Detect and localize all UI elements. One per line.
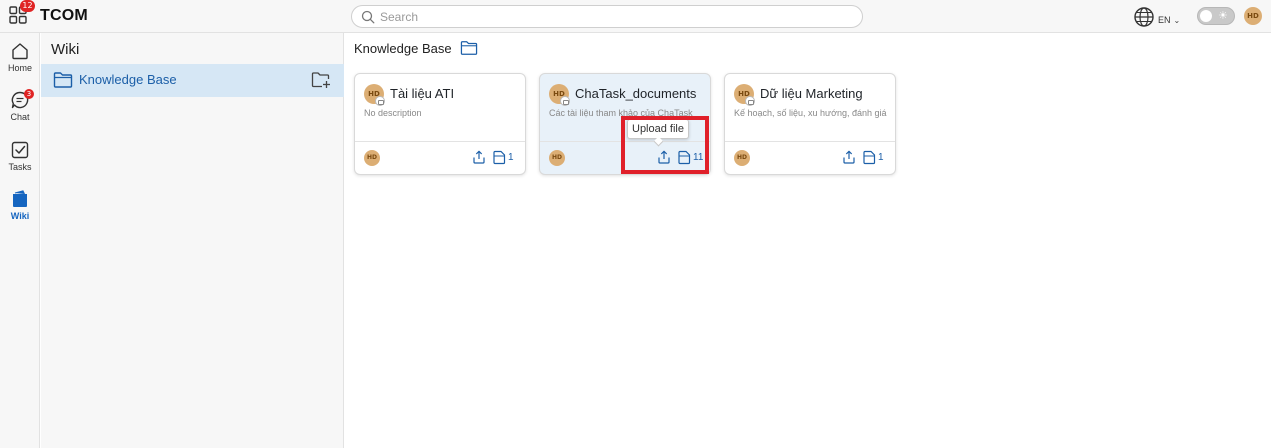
rail-label-tasks: Tasks <box>8 162 32 172</box>
card-title: ChaTask_documents <box>575 86 697 101</box>
rail-item-wiki[interactable]: Wiki <box>0 189 40 233</box>
card-description: Kế hoạch, số liệu, xu hướng, đánh giá <box>734 108 887 118</box>
home-icon <box>12 43 28 60</box>
toggle-knob <box>1200 10 1212 22</box>
user-avatar[interactable]: HD <box>1244 7 1262 25</box>
wiki-icon <box>13 190 27 207</box>
file-count[interactable]: 1 <box>492 149 514 165</box>
lock-icon <box>375 96 385 106</box>
tasks-icon <box>11 141 29 159</box>
brand-logo: TCOM <box>40 7 88 24</box>
wiki-card-du-lieu-marketing[interactable]: HD Dữ liệu Marketing Kế hoạch, số liệu, … <box>724 73 896 175</box>
card-description: No description <box>364 108 422 118</box>
chat-badge: 3 <box>24 89 34 99</box>
wiki-card-tai-lieu-ati[interactable]: HD Tài liệu ATI No description HD 1 <box>354 73 526 175</box>
card-title: Dữ liệu Marketing <box>760 86 863 101</box>
language-label: EN <box>1158 15 1171 25</box>
sidebar-item-knowledge-base[interactable]: Knowledge Base <box>41 64 344 97</box>
search-bar[interactable] <box>351 5 863 28</box>
rail-item-chat[interactable]: 3 Chat <box>0 89 40 134</box>
sidebar-title: Wiki <box>51 41 80 58</box>
rail-item-tasks[interactable]: Tasks <box>0 140 40 184</box>
add-folder-icon[interactable] <box>311 70 331 90</box>
upload-icon[interactable] <box>471 149 487 165</box>
folder-icon <box>53 72 73 88</box>
card-member-avatar: HD <box>364 150 380 166</box>
card-member-avatar: HD <box>549 150 565 166</box>
upload-icon[interactable] <box>841 149 857 165</box>
card-divider <box>355 141 525 142</box>
theme-toggle[interactable]: ☀ <box>1197 7 1235 25</box>
breadcrumb-label[interactable]: Knowledge Base <box>354 41 452 56</box>
search-icon <box>361 10 375 24</box>
lock-icon <box>745 96 755 106</box>
file-count[interactable]: 1 <box>862 149 884 165</box>
card-divider <box>725 141 895 142</box>
search-input[interactable] <box>380 8 850 25</box>
folder-icon <box>460 41 477 55</box>
wiki-sidebar: Wiki Knowledge Base <box>41 33 344 448</box>
rail-item-home[interactable]: Home <box>0 41 40 85</box>
lock-icon <box>560 96 570 106</box>
breadcrumb: Knowledge Base <box>354 40 478 56</box>
file-count-value: 1 <box>508 151 514 163</box>
language-selector[interactable]: EN ⌄ <box>1133 6 1180 28</box>
left-rail: Home 3 Chat Tasks Wiki <box>0 33 40 448</box>
sun-icon: ☀ <box>1218 10 1228 22</box>
files-icon <box>863 150 876 164</box>
highlight-box <box>621 116 709 174</box>
rail-label-wiki: Wiki <box>10 211 30 221</box>
chevron-down-icon: ⌄ <box>1173 16 1181 25</box>
rail-label-chat: Chat <box>10 112 30 122</box>
rail-label-home: Home <box>7 63 32 73</box>
main-content: Knowledge Base HD Tài liệu ATI No descri… <box>345 33 1271 448</box>
card-title: Tài liệu ATI <box>390 86 455 101</box>
card-member-avatar: HD <box>734 150 750 166</box>
apps-badge: 12 <box>20 0 35 12</box>
files-icon <box>493 150 506 164</box>
top-bar: 12 TCOM EN ⌄ ☀ HD <box>0 0 1271 33</box>
sidebar-item-label: Knowledge Base <box>79 72 177 87</box>
globe-icon <box>1134 7 1154 27</box>
file-count-value: 1 <box>878 151 884 163</box>
